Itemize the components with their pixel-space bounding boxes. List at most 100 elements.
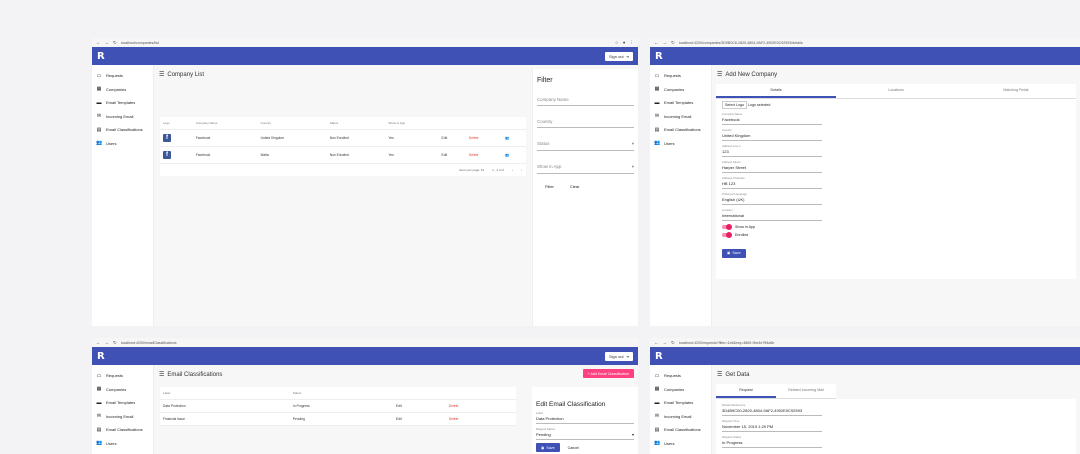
back-icon[interactable]: ← xyxy=(654,340,659,345)
star-icon[interactable]: ☆ xyxy=(615,40,619,46)
sidebar: ▭ Requests ▦ Companies ▬ Email Templates ✉ I… xyxy=(92,365,154,454)
sidebar-item-companies[interactable]: ▦ Companies xyxy=(650,83,711,97)
page-range-label: 1 - 2 of 2 xyxy=(492,168,504,172)
delete-link[interactable]: Delete xyxy=(445,412,516,426)
edit-link[interactable]: Edit xyxy=(393,399,446,413)
delete-link[interactable]: Delete xyxy=(465,129,503,147)
reload-icon[interactable]: ↻ xyxy=(671,40,675,46)
sidebar-item-email-classifications[interactable]: ▤ Email Classifications xyxy=(92,123,153,137)
mail-icon: ✉ xyxy=(96,413,102,420)
sidebar-item-companies[interactable]: ▦ Companies xyxy=(92,383,153,397)
url-bar[interactable]: localhost:4200/requests?filter=1e6&req=4… xyxy=(679,341,1076,345)
back-icon[interactable]: ← xyxy=(96,40,101,45)
mail-icon: ✉ xyxy=(654,113,660,120)
show-in-app-toggle[interactable]: Show in App xyxy=(722,224,1070,230)
tab-locations[interactable]: Locations xyxy=(836,84,956,98)
tab-request[interactable]: Request xyxy=(716,384,776,398)
delete-link[interactable]: Delete xyxy=(445,399,516,413)
library-icon: ▤ xyxy=(96,126,102,133)
sidebar: ▭ Requests ▦ Companies ▬ Email Templates ✉ I… xyxy=(650,365,712,454)
sidebar-item-requests[interactable]: ▭ Requests xyxy=(92,369,153,383)
address-line-input[interactable]: 123 xyxy=(722,148,822,157)
sidebar-label: Users xyxy=(664,140,675,146)
back-icon[interactable]: ← xyxy=(96,340,101,345)
url-bar[interactable]: localhost:4200/emailClassifications xyxy=(121,341,634,345)
menu-icon[interactable]: ⋮ xyxy=(630,40,635,46)
back-icon[interactable]: ← xyxy=(654,40,659,45)
edit-link[interactable]: Edit xyxy=(393,412,446,426)
sign-out-button[interactable]: Sign out ⇥ xyxy=(604,351,633,361)
users-icon[interactable]: 👥 xyxy=(502,146,526,164)
sidebar-item-companies[interactable]: ▦ Companies xyxy=(92,83,153,97)
mapped-status-select[interactable]: Pending ▾ xyxy=(536,431,634,440)
forward-icon[interactable]: → xyxy=(663,340,668,345)
forward-icon[interactable]: → xyxy=(105,340,110,345)
reload-icon[interactable]: ↻ xyxy=(671,340,675,346)
cancel-button[interactable]: Cancel xyxy=(568,446,579,450)
url-bar[interactable]: localhost/companies/list xyxy=(121,41,611,45)
save-icon: ▣ xyxy=(727,251,731,255)
forward-icon[interactable]: → xyxy=(105,40,110,45)
enrolled-toggle[interactable]: Enrolled xyxy=(722,232,1070,238)
reload-icon[interactable]: ↻ xyxy=(113,340,117,346)
sidebar-item-incoming-email[interactable]: ✉ Incoming Email xyxy=(92,410,153,424)
sidebar-item-email-templates[interactable]: ▬ Email Templates xyxy=(650,96,711,110)
sidebar-item-email-templates[interactable]: ▬ Email Templates xyxy=(650,396,711,410)
forward-icon[interactable]: → xyxy=(663,40,668,45)
sidebar-item-email-classifications[interactable]: ▤ Email Classifications xyxy=(92,423,153,437)
tab-matching-fields[interactable]: Matching Fields xyxy=(956,84,1076,98)
select-logo-button[interactable]: Select Logo xyxy=(722,101,747,109)
sidebar-item-companies[interactable]: ▦ Companies xyxy=(650,383,711,397)
users-icon: 👥 xyxy=(654,140,661,147)
sidebar-item-users[interactable]: 👥 Users xyxy=(650,437,711,451)
save-button[interactable]: ▣ Save xyxy=(536,443,560,452)
prev-page-icon[interactable]: ‹ xyxy=(512,168,513,172)
address-street-input[interactable]: Harper Street xyxy=(722,164,822,173)
sidebar-item-requests[interactable]: ▭ Requests xyxy=(650,369,711,383)
toggle-switch[interactable] xyxy=(722,224,732,230)
status-select[interactable]: Status ▾ xyxy=(537,138,634,151)
sidebar-item-incoming-email[interactable]: ✉ Incoming Email xyxy=(92,110,153,124)
filter-button[interactable]: Filter xyxy=(545,184,554,189)
sidebar-item-email-templates[interactable]: ▬ Email Templates xyxy=(92,396,153,410)
sidebar-item-requests[interactable]: ▭ Requests xyxy=(92,69,153,83)
toggle-switch[interactable] xyxy=(722,232,732,238)
company-name-input[interactable]: Facebook xyxy=(722,116,822,125)
company-name-filter[interactable]: Company Name xyxy=(537,94,634,106)
edit-link[interactable]: Edit xyxy=(438,129,466,147)
col-header: Status xyxy=(289,387,394,400)
users-icon: 👥 xyxy=(654,440,661,447)
sidebar-item-email-classifications[interactable]: ▤ Email Classifications xyxy=(650,423,711,437)
profile-icon[interactable]: ● xyxy=(623,40,626,45)
tab-related-incoming-mail[interactable]: Related Incoming Mail xyxy=(776,384,836,398)
clear-button[interactable]: Clear xyxy=(570,184,580,189)
sidebar-item-email-templates[interactable]: ▬ Email Templates xyxy=(92,96,153,110)
show-in-app-select[interactable]: Show in App ▾ xyxy=(537,161,634,174)
sidebar-item-users[interactable]: 👥 Users xyxy=(650,137,711,151)
main-content: ☰ Email Classifications + Add Email Class… xyxy=(154,365,638,454)
delete-link[interactable]: Delete xyxy=(465,146,503,164)
save-button[interactable]: ▣ Save xyxy=(722,248,746,258)
sign-out-button[interactable]: Sign out ⇥ xyxy=(604,51,633,61)
country-filter[interactable]: Country xyxy=(537,116,634,128)
sidebar-item-email-classifications[interactable]: ▤ Email Classifications xyxy=(650,123,711,137)
dropdown-icon: ▾ xyxy=(631,164,634,169)
label-input[interactable]: Data Protection xyxy=(536,415,634,424)
sidebar-item-users[interactable]: 👥 Users xyxy=(92,437,153,451)
add-email-classification-button[interactable]: + Add Email Classification xyxy=(582,369,634,378)
postcode-input[interactable]: HB 123 xyxy=(722,180,822,189)
location-select[interactable]: International xyxy=(722,212,822,221)
sidebar-item-users[interactable]: 👥 Users xyxy=(92,137,153,151)
sidebar-item-incoming-email[interactable]: ✉ Incoming Email xyxy=(650,110,711,124)
next-page-icon[interactable]: › xyxy=(521,168,522,172)
sidebar-item-incoming-email[interactable]: ✉ Incoming Email xyxy=(650,410,711,424)
users-icon[interactable]: 👥 xyxy=(502,129,526,147)
edit-link[interactable]: Edit xyxy=(438,146,466,164)
language-select[interactable]: English (UK) xyxy=(722,196,822,205)
sidebar-item-requests[interactable]: ▭ Requests xyxy=(650,69,711,83)
tab-details[interactable]: Details xyxy=(716,84,836,98)
reload-icon[interactable]: ↻ xyxy=(113,40,117,46)
page-size-label[interactable]: Items per page: 10 xyxy=(459,168,484,172)
url-bar[interactable]: localhost:4200/companies/3D9B0C6-2820-48… xyxy=(679,41,1076,45)
country-input[interactable]: United Kingdom xyxy=(722,132,822,141)
